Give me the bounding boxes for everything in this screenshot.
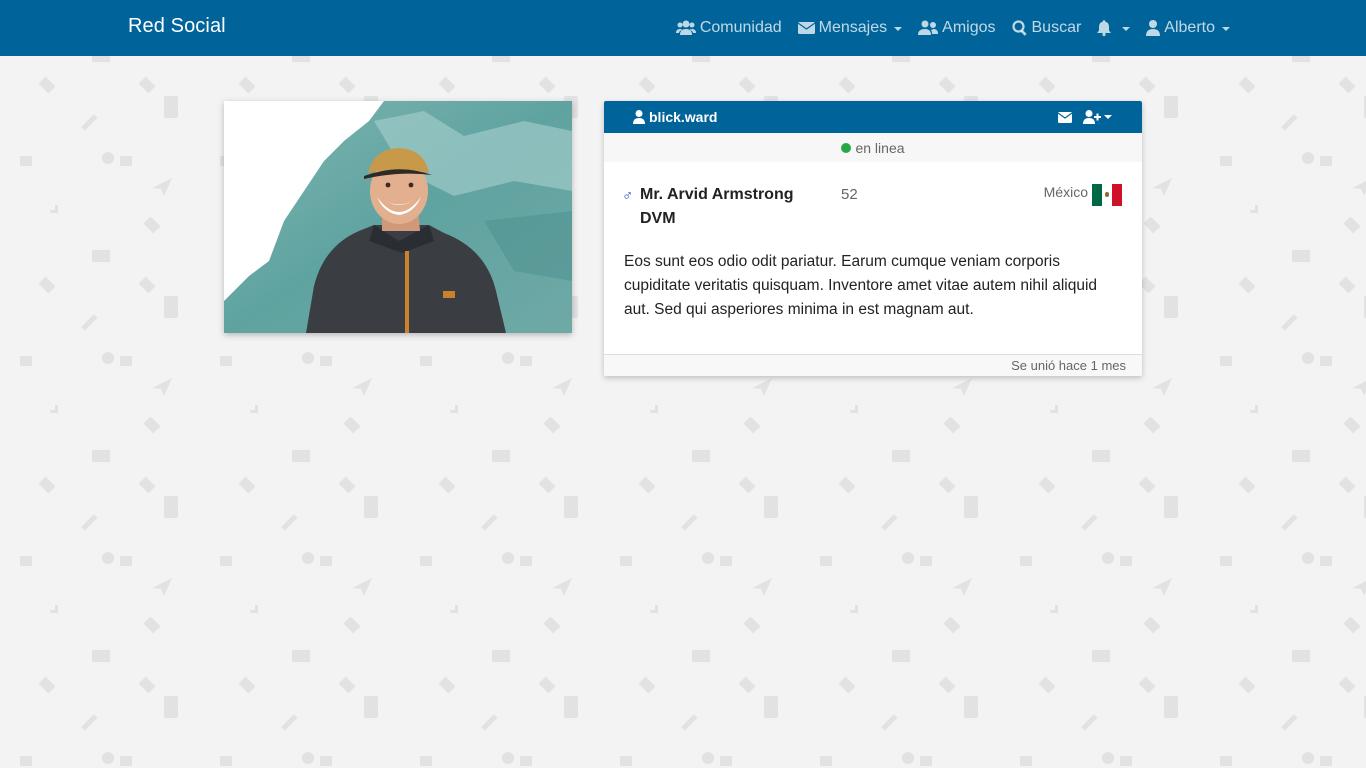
country-label: México (1043, 184, 1088, 200)
chevron-down-icon (1104, 115, 1112, 119)
profile-actions (1058, 110, 1112, 124)
user-friends-icon (918, 20, 939, 35)
nav-label-buscar: Buscar (1031, 19, 1082, 36)
profile-card-footer: Se unió hace 1 mes (604, 354, 1142, 376)
profile-name: Mr. Arvid Armstrong DVM (640, 186, 794, 227)
top-navbar: Red Social Comunidad Mensajes Amigos Bus… (0, 0, 1366, 56)
chevron-down-icon (1222, 27, 1230, 31)
users-icon (675, 20, 696, 35)
profile-card-header: blick.ward (604, 101, 1142, 133)
nav-item-notifications[interactable] (1097, 0, 1131, 56)
male-icon: ♂ (622, 187, 634, 204)
profile-card: blick.ward en linea ♂ Mr. Arvid Armstron… (604, 101, 1142, 376)
nav-item-buscar[interactable]: Buscar (1011, 0, 1082, 56)
mexico-flag-icon (1092, 184, 1122, 206)
chevron-down-icon (894, 27, 903, 31)
user-plus-icon (1083, 110, 1101, 124)
nav-menu: Comunidad Mensajes Amigos Buscar Alberto (675, 0, 1230, 56)
joined-label: Se unió hace 1 mes (1011, 358, 1126, 373)
add-friend-button[interactable] (1083, 110, 1112, 124)
bell-icon (1097, 20, 1112, 36)
profile-info: ♂ Mr. Arvid Armstrong DVM 52 México (604, 162, 1142, 250)
profile-country: México (1044, 184, 1122, 206)
nav-label-mensajes: Mensajes (818, 19, 888, 36)
nav-item-amigos[interactable]: Amigos (918, 0, 996, 56)
profile-photo (224, 101, 572, 333)
user-icon (1146, 20, 1161, 36)
username-label: blick.ward (649, 109, 718, 125)
status-label: en linea (855, 139, 905, 156)
online-status: en linea (604, 133, 1142, 162)
chevron-down-icon (1122, 27, 1131, 31)
envelope-icon (797, 22, 815, 34)
online-dot-icon (841, 142, 852, 153)
user-icon (633, 110, 645, 124)
username-link[interactable]: blick.ward (633, 109, 717, 125)
profile-description: Eos sunt eos odio odit pariatur. Earum c… (624, 253, 1098, 318)
search-icon (1011, 20, 1027, 36)
nav-item-mensajes[interactable]: Mensajes (797, 0, 903, 56)
profile-photo-image (224, 101, 572, 333)
send-message-button[interactable] (1058, 111, 1072, 123)
nav-label-amigos: Amigos (942, 19, 996, 36)
nav-item-user-menu[interactable]: Alberto (1146, 0, 1230, 56)
brand-logo[interactable]: Red Social (128, 15, 226, 38)
profile-age: 52 (841, 186, 858, 203)
nav-label-user: Alberto (1164, 19, 1215, 36)
nav-label-comunidad: Comunidad (699, 19, 782, 36)
nav-item-comunidad[interactable]: Comunidad (675, 0, 782, 56)
